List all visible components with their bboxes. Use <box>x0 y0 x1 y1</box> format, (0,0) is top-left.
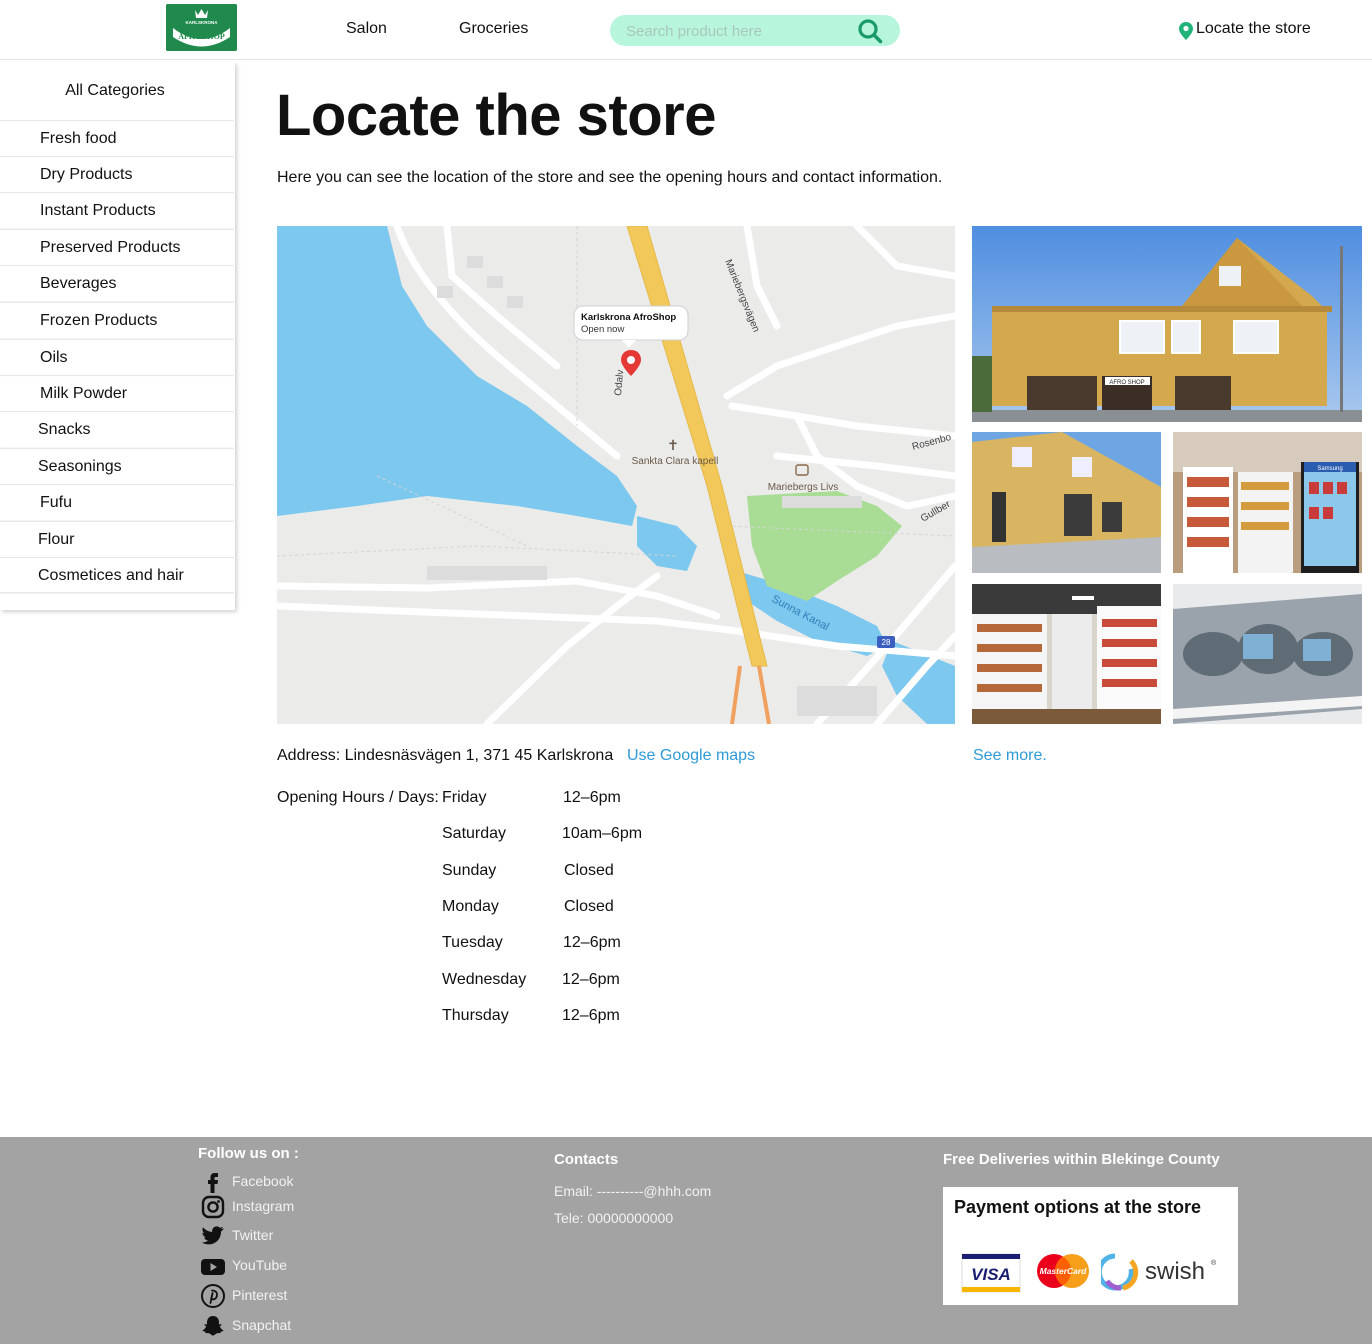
search-input[interactable] <box>626 21 856 41</box>
contacts-title: Contacts <box>554 1151 619 1168</box>
top-header: KARLSKRONA AFRO SHOP Salon Groceries Loc… <box>0 0 1372 60</box>
locate-store-label: Locate the store <box>1196 20 1311 37</box>
snapchat-icon <box>202 1316 224 1336</box>
category-fufu[interactable]: Fufu <box>0 484 234 520</box>
category-frozen-products[interactable]: Frozen Products <box>0 302 234 338</box>
hours-time-tuesday: 12–6pm <box>563 934 621 951</box>
follow-us-title: Follow us on : <box>198 1145 299 1162</box>
store-map[interactable]: Sankta Clara kapell ✝ Mariebergs Livs Ma… <box>277 226 955 724</box>
visa-logo-text: VISA <box>971 1265 1011 1284</box>
hours-day-tuesday: Tuesday <box>442 934 503 951</box>
logo-main-text: AFRO SHOP <box>178 32 225 41</box>
category-preserved-products[interactable]: Preserved Products <box>0 229 234 265</box>
category-seasonings[interactable]: Seasonings <box>0 448 234 484</box>
map-popup-status: Open now <box>581 324 624 335</box>
logo-top-text: KARLSKRONA <box>186 20 219 25</box>
store-address: Address: Lindesnäsvägen 1, 371 45 Karlsk… <box>277 747 614 764</box>
mastercard-logo-text: MasterCard <box>1040 1266 1088 1276</box>
hours-day-friday: Friday <box>442 789 487 806</box>
store-side-photo[interactable] <box>972 432 1161 573</box>
category-fresh-food[interactable]: Fresh food <box>0 120 234 156</box>
map-label-shop: Mariebergs Livs <box>768 482 839 493</box>
contact-email: Email: ----------@hhh.com <box>554 1183 712 1199</box>
location-pin-icon <box>1179 22 1193 40</box>
category-sidebar: All Categories Fresh food Dry Products I… <box>0 62 235 610</box>
youtube-icon <box>201 1259 225 1275</box>
store-interior-photo-2[interactable] <box>972 584 1161 724</box>
hours-time-thursday: 12–6pm <box>562 1007 620 1024</box>
category-beverages[interactable]: Beverages <box>0 265 234 301</box>
social-facebook-label: Facebook <box>232 1173 294 1189</box>
fridge-sign-text: Samsung <box>1317 466 1342 472</box>
map-label-church: Sankta Clara kapell <box>632 456 719 467</box>
nav-salon[interactable]: Salon <box>346 20 387 38</box>
category-snacks[interactable]: Snacks <box>0 411 234 447</box>
intro-text: Here you can see the location of the sto… <box>277 169 943 186</box>
social-twitter-label: Twitter <box>232 1227 274 1243</box>
payment-options-title: Payment options at the store <box>954 1197 1202 1217</box>
page-footer: Follow us on : Facebook Instagram Twitte… <box>0 1137 1372 1344</box>
map-label-road4: Odalv <box>613 369 626 396</box>
svg-text:✝: ✝ <box>667 437 679 453</box>
hours-day-monday: Monday <box>442 898 499 915</box>
hours-time-monday: Closed <box>564 898 614 915</box>
pinterest-icon <box>201 1284 225 1308</box>
payment-options-box: Payment options at the store VISA Master… <box>943 1187 1238 1305</box>
hours-day-sunday: Sunday <box>442 862 497 879</box>
afro-shop-logo[interactable]: KARLSKRONA AFRO SHOP <box>166 4 237 51</box>
hours-time-wednesday: 12–6pm <box>562 971 620 988</box>
category-instant-products[interactable]: Instant Products <box>0 192 234 228</box>
nav-groceries[interactable]: Groceries <box>459 20 528 38</box>
social-pinterest-label: Pinterest <box>232 1287 288 1303</box>
visa-logo: VISA <box>961 1253 1021 1293</box>
hours-time-saturday: 10am–6pm <box>562 825 643 842</box>
map-popup-title: Karlskrona AfroShop <box>581 312 676 323</box>
store-freezer-photo[interactable] <box>1173 584 1362 724</box>
social-instagram-label: Instagram <box>232 1198 295 1214</box>
facebook-icon <box>208 1173 218 1193</box>
social-snapchat-label: Snapchat <box>232 1317 292 1333</box>
see-more-link[interactable]: See more. <box>973 747 1047 765</box>
page-title: Locate the store <box>276 83 717 148</box>
google-maps-link[interactable]: Use Google maps <box>627 747 755 765</box>
store-interior-photo-1[interactable]: Samsung <box>1173 432 1362 573</box>
category-milk-powder[interactable]: Milk Powder <box>0 375 234 411</box>
hours-time-sunday: Closed <box>564 862 614 879</box>
hours-day-wednesday: Wednesday <box>442 971 527 988</box>
search-icon[interactable] <box>857 18 883 44</box>
category-oils[interactable]: Oils <box>0 339 234 375</box>
free-delivery-note: Free Deliveries within Blekinge County <box>943 1151 1220 1168</box>
store-exterior-photo[interactable]: AFRO SHOP <box>972 226 1362 422</box>
hours-time-friday: 12–6pm <box>563 789 621 806</box>
contact-phone: Tele: 00000000000 <box>554 1210 674 1226</box>
category-cosmetics-and-hair[interactable]: Cosmetices and hair <box>0 557 234 593</box>
shop-sign-text: AFRO SHOP <box>1109 380 1144 386</box>
twitter-icon <box>201 1226 224 1245</box>
hours-day-thursday: Thursday <box>442 1007 509 1024</box>
category-flour[interactable]: Flour <box>0 521 234 557</box>
all-categories-title[interactable]: All Categories <box>0 82 230 100</box>
opening-hours-label: Opening Hours / Days: <box>277 789 439 806</box>
swish-logo-text: swish <box>1145 1258 1205 1285</box>
mastercard-logo: MasterCard <box>1037 1254 1089 1288</box>
hours-day-saturday: Saturday <box>442 825 507 842</box>
category-dry-products[interactable]: Dry Products <box>0 156 234 192</box>
social-youtube-label: YouTube <box>232 1257 288 1273</box>
map-route-badge: 28 <box>882 638 891 647</box>
swish-logo: swish ® <box>1101 1253 1217 1291</box>
instagram-icon <box>201 1195 225 1219</box>
svg-text:®: ® <box>1211 1259 1217 1267</box>
